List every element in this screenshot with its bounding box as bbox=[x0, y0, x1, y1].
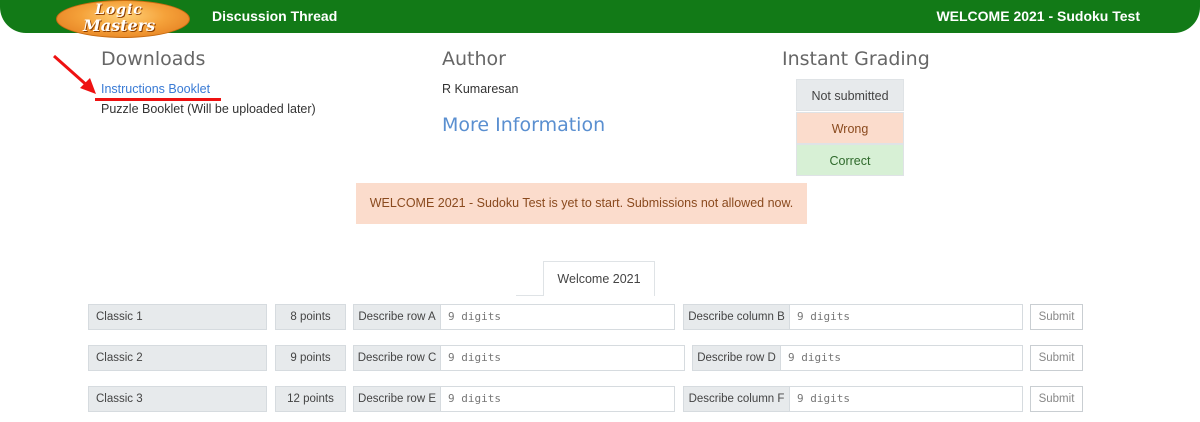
puzzle-label: Classic 2 bbox=[88, 345, 267, 371]
page: Logic Masters Discussion Thread WELCOME … bbox=[0, 0, 1200, 422]
puzzle-label: Classic 3 bbox=[88, 386, 267, 412]
submit-button[interactable]: Submit bbox=[1030, 304, 1083, 330]
top-banner: Logic Masters Discussion Thread WELCOME … bbox=[0, 0, 1200, 38]
more-information-link[interactable]: More Information bbox=[442, 114, 605, 136]
answer-input[interactable]: 9 digits bbox=[440, 304, 675, 330]
answer-label: Describe column B bbox=[683, 304, 790, 330]
grade-not-submitted: Not submitted bbox=[796, 79, 904, 111]
discussion-thread-link[interactable]: Discussion Thread bbox=[212, 8, 337, 24]
annotation-underline bbox=[95, 98, 221, 101]
answer-label: Describe row D bbox=[692, 345, 781, 371]
puzzle-booklet-text: Puzzle Booklet (Will be uploaded later) bbox=[101, 102, 316, 116]
points-badge: 9 points bbox=[275, 345, 346, 371]
submit-button[interactable]: Submit bbox=[1030, 345, 1083, 371]
logo-text-line2: Masters bbox=[83, 16, 156, 35]
answer-label: Describe row A bbox=[353, 304, 441, 330]
status-notice: WELCOME 2021 - Sudoku Test is yet to sta… bbox=[356, 183, 807, 224]
answer-input[interactable]: 9 digits bbox=[440, 386, 675, 412]
grade-correct: Correct bbox=[796, 144, 904, 176]
author-name: R Kumaresan bbox=[442, 82, 519, 96]
answer-input[interactable]: 9 digits bbox=[780, 345, 1023, 371]
submit-button[interactable]: Submit bbox=[1030, 386, 1083, 412]
author-heading: Author bbox=[442, 48, 506, 70]
answer-label: Describe row C bbox=[353, 345, 441, 371]
annotation-arrow-icon bbox=[53, 54, 96, 94]
puzzle-label: Classic 1 bbox=[88, 304, 267, 330]
grade-wrong: Wrong bbox=[796, 112, 904, 144]
logic-masters-logo[interactable]: Logic Masters bbox=[56, 0, 190, 38]
instructions-booklet-link[interactable]: Instructions Booklet bbox=[101, 82, 210, 96]
tab-welcome-2021[interactable]: Welcome 2021 bbox=[543, 261, 655, 296]
answer-input[interactable]: 9 digits bbox=[789, 386, 1023, 412]
answer-label: Describe column F bbox=[683, 386, 790, 412]
page-title: WELCOME 2021 - Sudoku Test bbox=[936, 8, 1140, 24]
points-badge: 8 points bbox=[275, 304, 346, 330]
tab-baseline bbox=[516, 295, 544, 296]
downloads-heading: Downloads bbox=[101, 48, 206, 70]
answer-label: Describe row E bbox=[353, 386, 441, 412]
answer-input[interactable]: 9 digits bbox=[440, 345, 685, 371]
points-badge: 12 points bbox=[275, 386, 346, 412]
answer-input[interactable]: 9 digits bbox=[789, 304, 1023, 330]
instant-grading-heading: Instant Grading bbox=[782, 48, 930, 70]
